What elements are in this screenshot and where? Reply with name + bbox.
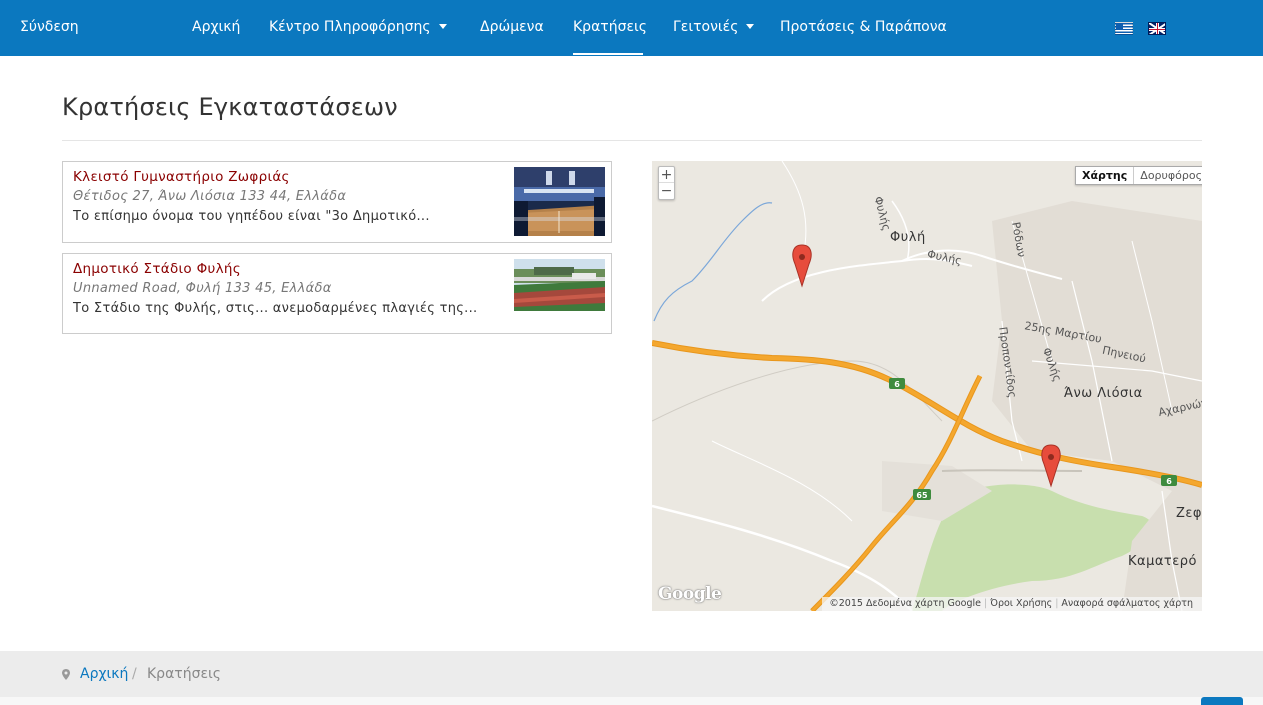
greek-flag-icon[interactable] (1115, 22, 1133, 35)
map-label: Άνω Λιόσια (1064, 386, 1143, 401)
scroll-to-top-button[interactable] (1201, 697, 1243, 705)
map-data-attribution: ©2015 Δεδομένα χάρτη Google (829, 598, 982, 609)
map-label: Φυλή (890, 230, 926, 245)
caret-down-icon (438, 23, 447, 29)
title-divider (62, 140, 1202, 141)
facility-card[interactable]: Κλειστό Γυμναστήριο Ζωφριάς Θέτιδος 27, … (62, 161, 612, 243)
map-type-satellite-button[interactable]: Δορυφόρος (1134, 167, 1202, 184)
report-error-link[interactable]: Αναφορά σφάλματος χάρτη (1058, 598, 1196, 609)
breadcrumb-home-link[interactable]: Αρχική (80, 666, 128, 682)
nav-item-home[interactable]: Αρχική (192, 19, 240, 35)
map-type-control: Χάρτης Δορυφόρος (1075, 166, 1202, 185)
active-nav-indicator (573, 53, 643, 55)
facility-name[interactable]: Κλειστό Γυμναστήριο Ζωφριάς (73, 169, 290, 185)
map-marker-icon[interactable] (1041, 444, 1061, 488)
nav-item-neighborhoods[interactable]: Γειτονιές (673, 19, 755, 35)
svg-text:6: 6 (894, 380, 900, 389)
facility-address: Θέτιδος 27, Άνω Λιόσια 133 44, Ελλάδα (73, 189, 347, 204)
facility-name[interactable]: Δημοτικό Στάδιο Φυλής (73, 261, 241, 277)
facility-thumbnail[interactable] (514, 167, 605, 236)
nav-item-info-center-label: Κέντρο Πληροφόρησης (269, 19, 431, 35)
zoom-control: + − (658, 166, 675, 200)
map-label: Καματερό (1128, 554, 1197, 569)
login-link[interactable]: Σύνδεση (20, 19, 79, 35)
breadcrumb-separator: / (132, 666, 137, 682)
facility-description: Το Στάδιο της Φυλής, στις... ανεμοδαρμέν… (73, 301, 478, 316)
map-pin-icon (62, 669, 70, 680)
map-type-roadmap-button[interactable]: Χάρτης (1076, 167, 1135, 184)
zoom-in-button[interactable]: + (659, 167, 674, 183)
map-attribution: ©2015 Δεδομένα χάρτη Google | Όροι Χρήσης |… (822, 597, 1202, 611)
facility-card[interactable]: Δημοτικό Στάδιο Φυλής Unnamed Road, Φυλή… (62, 253, 612, 334)
uk-flag-icon[interactable] (1148, 22, 1166, 35)
facility-address: Unnamed Road, Φυλή 133 45, Ελλάδα (73, 281, 332, 296)
svg-text:65: 65 (916, 491, 928, 500)
google-logo[interactable]: Google (658, 584, 722, 604)
facilities-map[interactable]: 6 6 65 Φυλής Φυλή Φυλής Ρόδων 25ης Μαρτί… (652, 161, 1202, 611)
nav-item-neighborhoods-label: Γειτονιές (673, 19, 739, 35)
route-6-shield: 6 (1161, 475, 1177, 486)
breadcrumb: Αρχική / Κρατήσεις (0, 651, 1263, 697)
nav-item-suggestions[interactable]: Προτάσεις & Παράπονα (780, 19, 947, 35)
svg-text:6: 6 (1166, 477, 1172, 486)
map-label: Ζεφ (1176, 506, 1202, 521)
nav-item-info-center[interactable]: Κέντρο Πληροφόρησης (269, 19, 447, 35)
route-65-shield: 65 (913, 489, 931, 500)
route-6-shield: 6 (889, 378, 905, 389)
facility-description: Το επίσημο όνομα του γηπέδου είναι "3ο Δ… (73, 209, 430, 224)
breadcrumb-current: Κρατήσεις (147, 666, 221, 682)
terms-link[interactable]: Όροι Χρήσης (987, 598, 1055, 609)
top-navbar: Σύνδεση Αρχική Κέντρο Πληροφόρησης Δρώμε… (0, 0, 1263, 56)
nav-item-bookings[interactable]: Κρατήσεις (573, 19, 647, 35)
nav-item-events[interactable]: Δρώμενα (480, 19, 544, 35)
page-title: Κρατήσεις Εγκαταστάσεων (62, 93, 398, 121)
zoom-out-button[interactable]: − (659, 183, 674, 199)
caret-down-icon (746, 23, 755, 29)
facility-thumbnail[interactable] (514, 259, 605, 311)
page-bottom (0, 697, 1263, 705)
